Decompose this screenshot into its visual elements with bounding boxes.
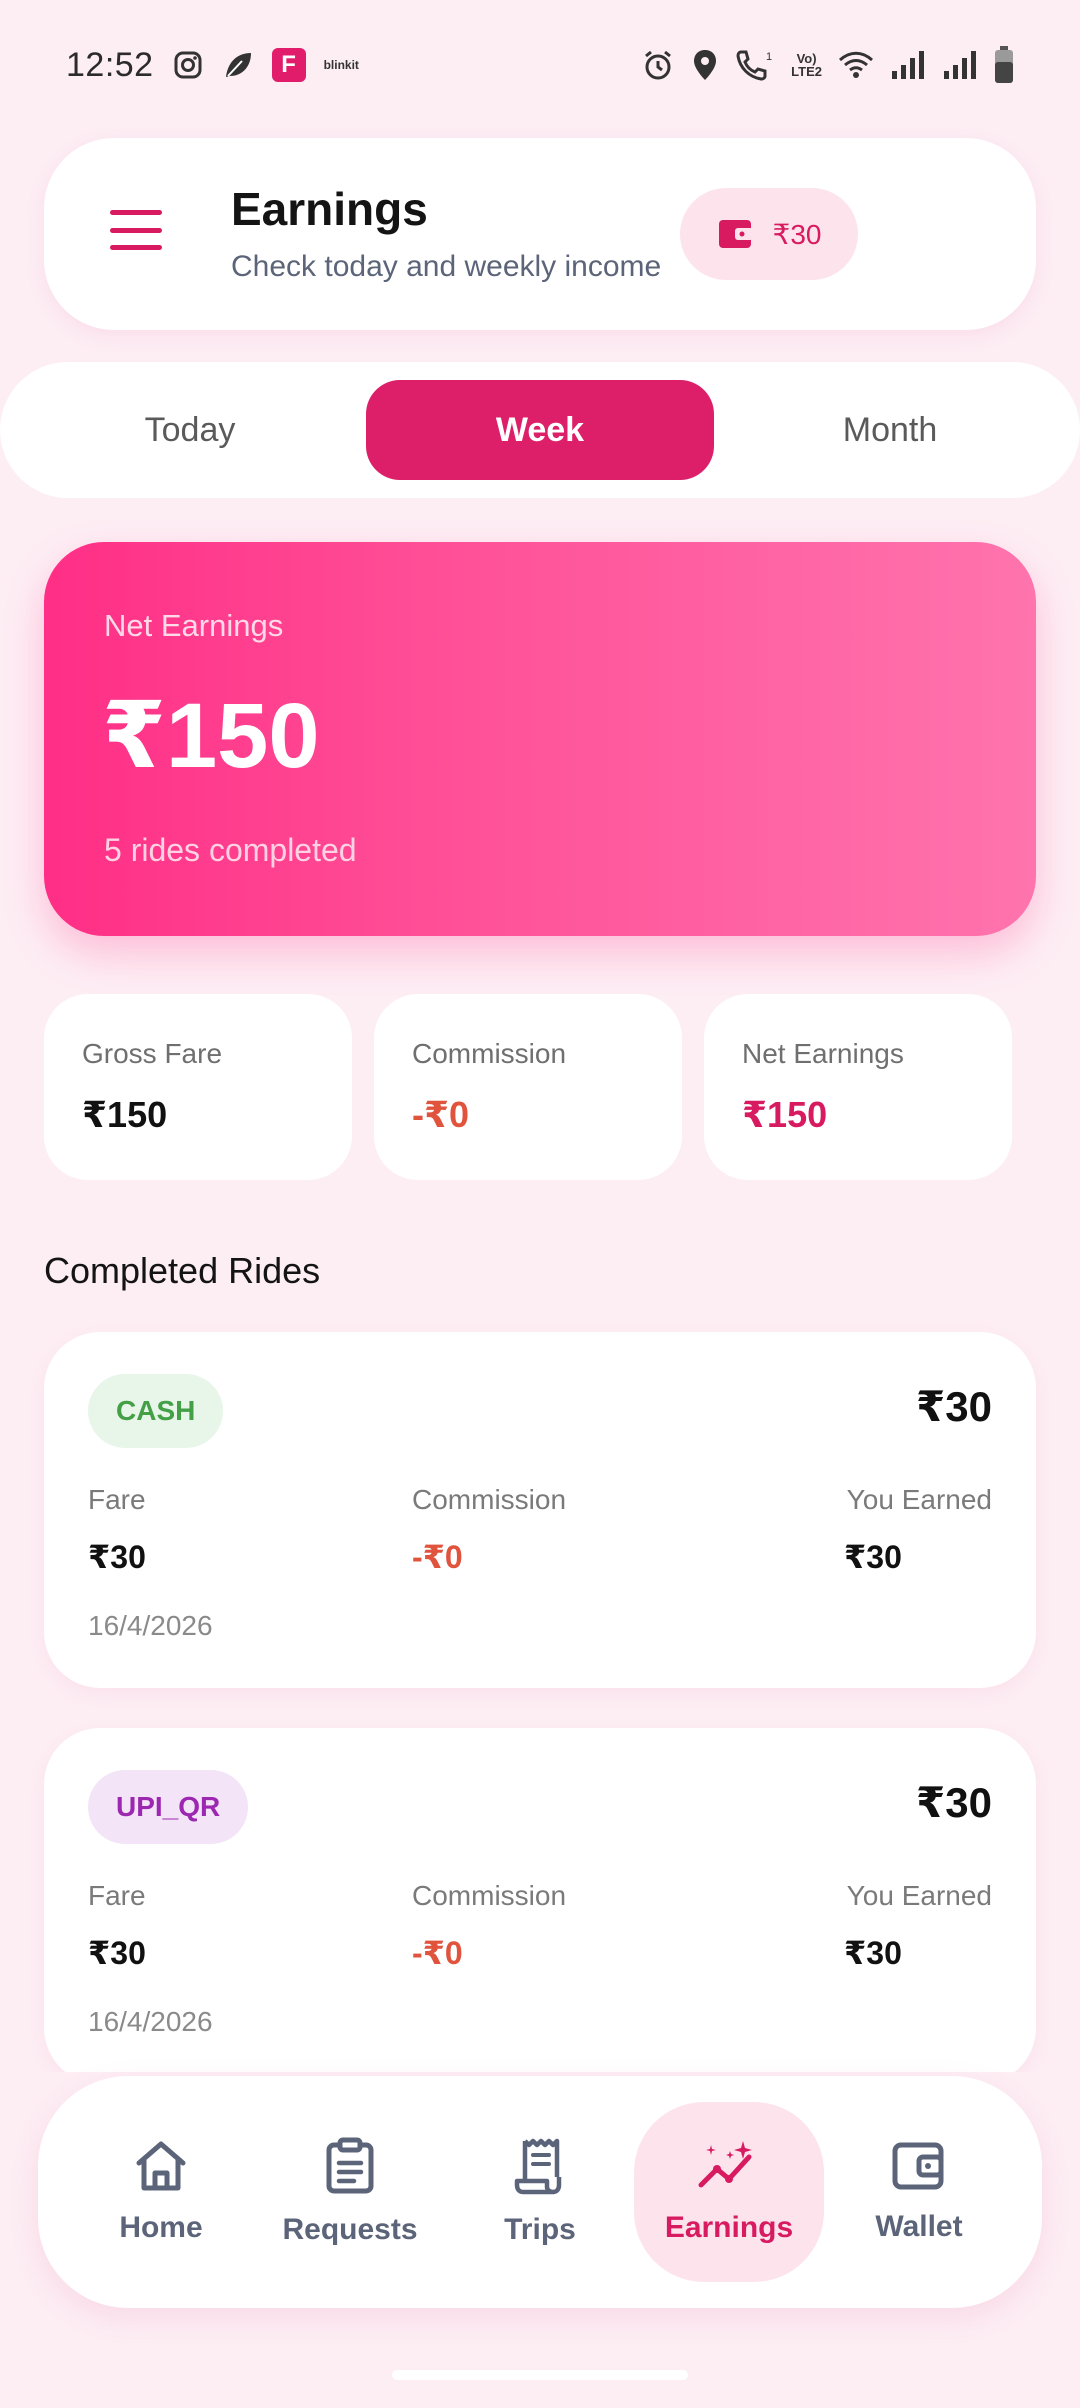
fare-label: Fare (88, 1484, 146, 1515)
payment-method-badge: CASH (88, 1374, 224, 1448)
rides-completed: 5 rides completed (104, 832, 357, 868)
nav-earnings-label: Earnings (664, 2211, 794, 2244)
payment-method-badge: UPI_QR (88, 1770, 249, 1844)
gross-fare-label: Gross Fare (82, 1038, 223, 1069)
commission-value: -₹0 (412, 1094, 470, 1135)
tab-today[interactable]: Today (16, 380, 364, 480)
ride-amount: ₹30 (916, 1383, 992, 1430)
wallet-icon (718, 220, 753, 248)
you-earned-label: You Earned (846, 1484, 992, 1515)
nav-trips[interactable]: Trips (445, 2102, 635, 2282)
net-earnings-card: Net Earnings ₹150 5 rides completed (44, 542, 1036, 936)
ride-amount: ₹30 (916, 1779, 992, 1826)
commission-card: Commission -₹0 (374, 994, 682, 1180)
nav-trips-label: Trips (504, 2213, 576, 2246)
header-card (44, 138, 1036, 330)
ride-card[interactable]: CASH ₹30 Fare ₹30 Commission -₹0 You Ear… (44, 1332, 1036, 1688)
nav-earnings[interactable]: Earnings (634, 2102, 824, 2282)
receipt-icon (514, 2138, 562, 2195)
ride-date: 16/4/2026 (88, 2006, 213, 2037)
wifi-call-icon: 1 (736, 50, 772, 81)
nav-requests[interactable]: Requests (255, 2102, 445, 2282)
sim-index: 1 (766, 51, 772, 63)
volte-icon: Vo) LTE2 (791, 51, 822, 79)
net-earnings-stat-card: Net Earnings ₹150 (704, 994, 1012, 1180)
wallet-balance: ₹30 (772, 218, 822, 250)
net-earnings-label: Net Earnings (104, 608, 284, 643)
trend-sparkle-icon (698, 2141, 752, 2188)
page-title: Earnings (231, 183, 428, 235)
completed-rides-title: Completed Rides (44, 1250, 321, 1291)
tab-week[interactable]: Week (366, 380, 714, 480)
commission-value: -₹0 (412, 1935, 463, 1971)
clipboard-icon (326, 2137, 374, 2194)
fare-value: ₹30 (88, 1935, 146, 1971)
status-bar: 12:52 F blinkit 1 Vo) LTE2 (0, 0, 1080, 130)
net-earnings-amount: ₹150 (102, 685, 320, 787)
instagram-icon (174, 51, 202, 79)
you-earned-value: ₹30 (844, 1935, 902, 1971)
nav-wallet-label: Wallet (875, 2210, 963, 2243)
status-time: 12:52 (66, 45, 154, 84)
signal-icon-1 (892, 51, 924, 79)
wallet-balance-chip[interactable]: ₹30 (680, 188, 858, 280)
ride-date: 16/4/2026 (88, 1610, 213, 1641)
wallet-icon (892, 2142, 944, 2190)
net-earnings-stat-label: Net Earnings (742, 1038, 904, 1069)
alarm-icon (645, 50, 672, 80)
fare-label: Fare (88, 1880, 146, 1911)
you-earned-value: ₹30 (844, 1539, 902, 1575)
home-icon (136, 2141, 186, 2191)
commission-value: -₹0 (412, 1539, 463, 1575)
page-subtitle: Check today and weekly income (231, 250, 662, 283)
commission-label: Commission (412, 1038, 567, 1069)
period-tabs: Today Week Month (0, 362, 1080, 498)
menu-button[interactable] (110, 210, 162, 250)
wifi-icon (838, 51, 874, 78)
status-bar-left: 12:52 F blinkit (66, 46, 359, 85)
gross-fare-value: ₹150 (82, 1094, 168, 1135)
leaf-icon (225, 53, 251, 77)
net-earnings-stat-value: ₹150 (742, 1094, 828, 1135)
nav-requests-label: Requests (282, 2213, 418, 2246)
fare-value: ₹30 (88, 1539, 146, 1575)
blinkit-icon: blinkit (323, 58, 359, 72)
nav-home-label: Home (119, 2211, 203, 2244)
commission-label: Commission (412, 1484, 567, 1515)
location-icon (694, 50, 717, 80)
app-f-icon: F (271, 48, 306, 82)
menu-icon (110, 210, 162, 215)
nav-wallet[interactable]: Wallet (824, 2102, 1014, 2282)
home-indicator[interactable] (392, 2370, 688, 2380)
gross-fare-card: Gross Fare ₹150 (44, 994, 352, 1180)
commission-label: Commission (412, 1880, 567, 1911)
status-bar-right: 1 Vo) LTE2 (641, 46, 1014, 84)
tab-month[interactable]: Month (716, 380, 1064, 480)
you-earned-label: You Earned (846, 1880, 992, 1911)
ride-card[interactable]: UPI_QR ₹30 Fare ₹30 Commission -₹0 You E… (44, 1728, 1036, 2084)
battery-icon (995, 46, 1013, 83)
signal-icon-2 (944, 51, 976, 79)
nav-home[interactable]: Home (66, 2102, 256, 2282)
